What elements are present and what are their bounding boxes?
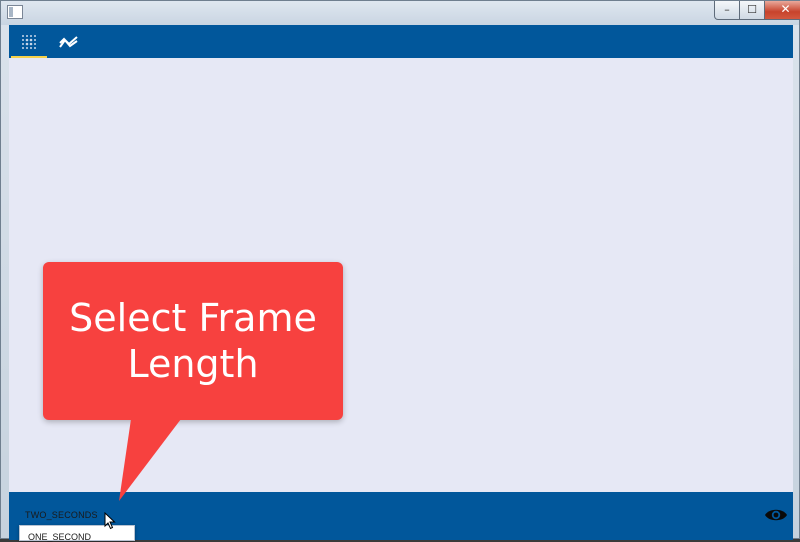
application-window: – ☐ ✕ TWO_SECONDS ONE_SECOND Select Fram… [0, 0, 800, 542]
minimize-button[interactable]: – [714, 1, 740, 20]
callout-text: Select Frame Length [69, 296, 317, 386]
trend-chart-icon [59, 35, 78, 48]
callout-pointer [119, 419, 181, 501]
title-bar[interactable]: – ☐ ✕ [1, 1, 800, 25]
visibility-toggle[interactable] [763, 502, 789, 528]
close-button[interactable]: ✕ [764, 1, 800, 20]
maximize-button[interactable]: ☐ [739, 1, 765, 20]
top-toolbar [9, 25, 793, 58]
tab-grid[interactable] [9, 25, 49, 58]
tab-trend-chart[interactable] [49, 25, 89, 58]
frame-length-selector[interactable]: TWO_SECONDS [25, 510, 98, 520]
grid-icon [22, 34, 36, 49]
dropdown-option-one-second[interactable]: ONE_SECOND [28, 532, 91, 542]
app-icon [7, 5, 23, 19]
eye-icon [765, 509, 787, 521]
mouse-cursor-icon [104, 512, 116, 530]
tutorial-callout: Select Frame Length [43, 262, 343, 420]
